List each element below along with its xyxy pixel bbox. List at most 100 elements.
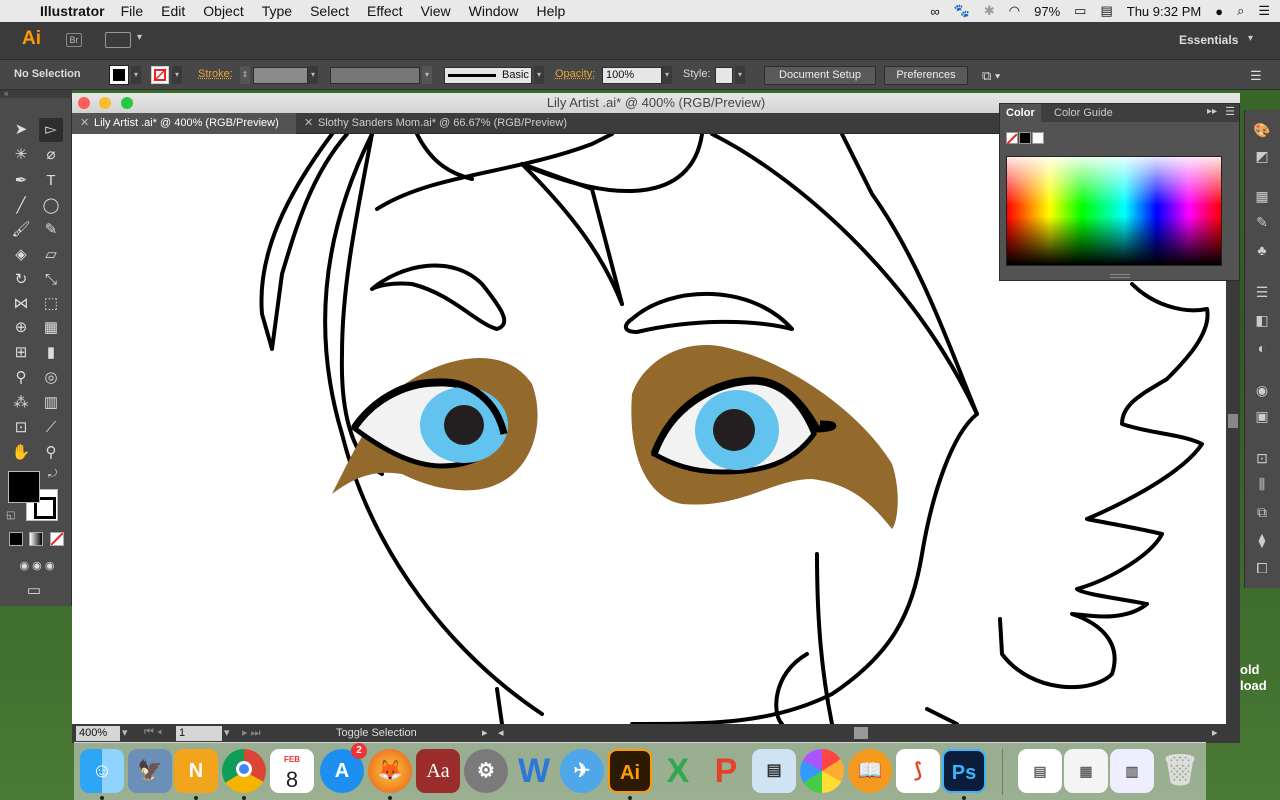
- align-icon[interactable]: ⫼: [1251, 474, 1273, 494]
- direct-selection-tool-icon[interactable]: ▻: [39, 118, 63, 142]
- status-menu-arrow[interactable]: ▸: [482, 726, 488, 739]
- calendar-icon[interactable]: FEB 8: [270, 749, 314, 793]
- eraser-tool-icon[interactable]: ▱: [39, 243, 63, 267]
- system-preferences-icon[interactable]: ⚙: [464, 749, 508, 793]
- rotate-tool-icon[interactable]: ↻: [9, 268, 33, 292]
- fill-color-swatch[interactable]: [109, 65, 129, 85]
- stroke-weight-stepper[interactable]: ⇕: [240, 66, 250, 84]
- next-artboard-icon[interactable]: ▸ ⏭: [242, 726, 260, 740]
- acrobat-icon[interactable]: ⟆: [896, 749, 940, 793]
- illustrator-dock-icon[interactable]: Ai: [608, 749, 652, 793]
- trash-icon[interactable]: 🗑: [1158, 749, 1202, 793]
- pencil-tool-icon[interactable]: ✎: [39, 218, 63, 242]
- menu-edit[interactable]: Edit: [161, 3, 185, 19]
- artboard-number-field[interactable]: 1: [176, 726, 222, 741]
- preview-photos-icon[interactable]: ▤: [752, 749, 796, 793]
- close-tab-icon[interactable]: ✕: [80, 113, 89, 134]
- color-mode-icon[interactable]: [9, 532, 23, 546]
- document-setup-button[interactable]: Document Setup: [764, 66, 876, 85]
- tab-lily-artist[interactable]: ✕ Lily Artist .ai* @ 400% (RGB/Preview): [72, 113, 296, 134]
- panel-menu-icon[interactable]: ☰: [1250, 68, 1262, 84]
- notability-icon[interactable]: N: [174, 749, 218, 793]
- pen-tool-icon[interactable]: ✒: [9, 169, 33, 193]
- collapse-arrows-icon[interactable]: «: [0, 90, 72, 98]
- notification-center-icon[interactable]: ☰: [1258, 3, 1270, 19]
- artboard-dropdown[interactable]: ▾: [224, 726, 230, 739]
- line-tool-icon[interactable]: ╱: [9, 194, 33, 218]
- gradient-panel-icon[interactable]: ◧: [1251, 310, 1273, 330]
- clock[interactable]: Thu 9:32 PM: [1127, 4, 1201, 19]
- paw-icon[interactable]: 🐾: [954, 3, 970, 19]
- brushes-icon[interactable]: ✎: [1251, 212, 1273, 232]
- type-tool-icon[interactable]: T: [39, 169, 63, 193]
- pathfinder-icon[interactable]: ⧉: [1251, 502, 1273, 522]
- graphic-styles-icon[interactable]: ▣: [1251, 406, 1273, 426]
- scroll-right-arrow[interactable]: ▸: [1212, 726, 1218, 739]
- color-guide-icon[interactable]: ◩: [1251, 146, 1273, 166]
- word-icon[interactable]: W: [512, 749, 556, 793]
- bridge-button[interactable]: Br: [66, 33, 82, 47]
- menu-help[interactable]: Help: [536, 3, 565, 19]
- vertical-scroll-thumb[interactable]: [1228, 414, 1238, 428]
- eyedropper-tool-icon[interactable]: ⚲: [9, 366, 33, 390]
- gradient-mode-icon[interactable]: [29, 532, 43, 546]
- finder-icon[interactable]: ☺: [80, 749, 124, 793]
- color-palette-icon[interactable]: 🎨: [1251, 120, 1273, 140]
- symbols-icon[interactable]: ♣: [1251, 240, 1273, 260]
- excel-icon[interactable]: X: [656, 749, 700, 793]
- stroke-weight-field[interactable]: [253, 67, 308, 84]
- paintbrush-tool-icon[interactable]: 🖌: [9, 218, 33, 242]
- screen-mode-icon[interactable]: ▭: [22, 579, 46, 603]
- first-artboard-icon[interactable]: ⏮ ◂: [144, 726, 162, 739]
- brush-definition[interactable]: Basic: [444, 67, 532, 84]
- opacity-field[interactable]: 100%: [602, 67, 662, 84]
- tab-color-guide[interactable]: Color Guide: [1054, 104, 1113, 122]
- shape-builder-tool-icon[interactable]: ⊕: [9, 316, 33, 340]
- close-tab-icon[interactable]: ✕: [304, 113, 313, 134]
- stroke-color-swatch[interactable]: [151, 66, 169, 84]
- photos-icon[interactable]: [800, 749, 844, 793]
- chrome-icon[interactable]: [222, 749, 266, 793]
- black-swatch[interactable]: [1019, 132, 1031, 144]
- downloads-stack-icon[interactable]: ▥: [1110, 749, 1154, 793]
- swatches-icon[interactable]: ▦: [1251, 186, 1273, 206]
- tab-slothy-sanders-mom[interactable]: ✕ Slothy Sanders Mom.ai* @ 66.67% (RGB/P…: [296, 113, 586, 134]
- photoshop-icon[interactable]: Ps: [942, 749, 986, 793]
- dictionary-icon[interactable]: Aa: [416, 749, 460, 793]
- battery-icon[interactable]: ▭: [1074, 3, 1086, 19]
- transform-icon[interactable]: ⊡: [1251, 448, 1273, 468]
- layers-icon[interactable]: ⧫: [1251, 530, 1273, 550]
- wifi-icon[interactable]: ◠: [1009, 3, 1020, 19]
- style-dropdown[interactable]: ▾: [735, 66, 745, 84]
- color-spectrum[interactable]: [1006, 156, 1222, 266]
- brush-dropdown[interactable]: ▾: [534, 66, 544, 84]
- scale-tool-icon[interactable]: ⤡: [39, 268, 63, 292]
- mail-icon[interactable]: ✈: [560, 749, 604, 793]
- scroll-left-arrow[interactable]: ◂: [498, 726, 504, 739]
- transparency-icon[interactable]: ◐: [1251, 338, 1273, 358]
- shaper-tool-icon[interactable]: ◈: [9, 243, 33, 267]
- none-color-swatch[interactable]: [1006, 132, 1018, 145]
- menu-window[interactable]: Window: [469, 3, 519, 19]
- white-swatch[interactable]: [1032, 132, 1044, 144]
- graphic-style-swatch[interactable]: [715, 67, 733, 84]
- app-menu[interactable]: Illustrator: [40, 3, 105, 19]
- menu-select[interactable]: Select: [310, 3, 349, 19]
- artboards-icon[interactable]: ⧠: [1251, 558, 1273, 578]
- panel-options-icon[interactable]: ☰: [1225, 105, 1235, 118]
- firefox-icon[interactable]: 🦊: [368, 749, 412, 793]
- column-graph-tool-icon[interactable]: ▥: [39, 391, 63, 415]
- zoom-level-field[interactable]: 400%: [76, 726, 120, 741]
- swap-fill-stroke-icon[interactable]: ⤾: [48, 468, 57, 481]
- screenshot-icon[interactable]: ▦: [1064, 749, 1108, 793]
- draw-modes-icon[interactable]: ◉ ◉ ◉: [4, 554, 70, 578]
- fill-dropdown-arrow[interactable]: ▾: [131, 66, 141, 84]
- width-tool-icon[interactable]: ⋈: [9, 292, 33, 316]
- fill-swatch[interactable]: [8, 471, 40, 503]
- menu-file[interactable]: File: [121, 3, 144, 19]
- ibooks-icon[interactable]: 📖: [848, 749, 892, 793]
- opacity-label[interactable]: Opacity:: [555, 68, 595, 80]
- bluetooth-icon[interactable]: ✱: [984, 3, 995, 19]
- blend-tool-icon[interactable]: ◎: [39, 366, 63, 390]
- mesh-tool-icon[interactable]: ⊞: [9, 341, 33, 365]
